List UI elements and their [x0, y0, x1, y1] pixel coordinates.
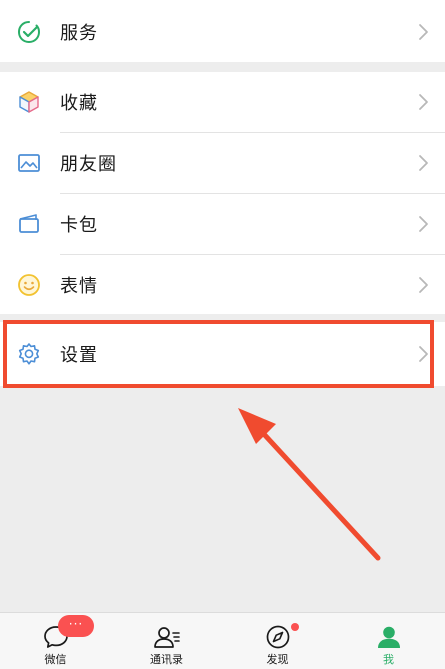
- cube-icon: [19, 91, 39, 113]
- chevron-right-icon: [419, 216, 428, 232]
- menu-item-cards-label: 卡包: [60, 215, 98, 236]
- menu-item-favorites[interactable]: 收藏: [0, 72, 445, 132]
- new-content-dot: [291, 623, 299, 631]
- menu-item-stickers-label: 表情: [60, 276, 98, 297]
- compass-icon: [266, 625, 289, 649]
- menu-item-service-label: 服务: [60, 23, 98, 44]
- service-group: 服务: [0, 0, 445, 62]
- chevron-right-icon: [419, 24, 428, 40]
- menu-item-settings[interactable]: 设置: [0, 324, 445, 384]
- tab-chats[interactable]: ··· 微信: [0, 613, 111, 669]
- tab-discover[interactable]: 发现: [222, 613, 333, 669]
- menu-item-moments[interactable]: 朋友圈: [0, 133, 445, 193]
- tab-chats-label: 微信: [44, 653, 67, 666]
- main-menu-group: 收藏 朋友圈 卡包 表情: [0, 72, 445, 314]
- chevron-right-icon: [419, 155, 428, 171]
- menu-item-stickers[interactable]: 表情: [0, 255, 445, 315]
- settings-group: 设置: [0, 322, 445, 386]
- menu-item-moments-label: 朋友圈: [60, 154, 117, 175]
- menu-item-cards[interactable]: 卡包: [0, 194, 445, 254]
- smiley-icon: [18, 274, 40, 296]
- image-icon: [18, 154, 40, 172]
- contacts-icon: [153, 627, 180, 648]
- tab-discover-label: 发现: [266, 653, 289, 666]
- gear-icon: [18, 343, 40, 365]
- menu-item-favorites-label: 收藏: [60, 93, 98, 114]
- person-icon: [377, 626, 400, 648]
- tab-me[interactable]: 我: [333, 613, 444, 669]
- chevron-right-icon: [419, 346, 428, 362]
- wallet-icon: [19, 214, 39, 233]
- tab-contacts-label: 通讯录: [150, 653, 183, 666]
- tab-contacts[interactable]: 通讯录: [111, 613, 222, 669]
- bottom-tab-bar: ··· 微信 通讯录 发现 我: [0, 612, 445, 669]
- unread-badge: ···: [58, 615, 94, 637]
- service-icon: [17, 21, 41, 44]
- tab-me-label: 我: [383, 653, 394, 666]
- chevron-right-icon: [419, 277, 428, 293]
- chevron-right-icon: [419, 94, 428, 110]
- menu-item-service[interactable]: 服务: [0, 2, 445, 62]
- menu-item-settings-label: 设置: [60, 345, 98, 366]
